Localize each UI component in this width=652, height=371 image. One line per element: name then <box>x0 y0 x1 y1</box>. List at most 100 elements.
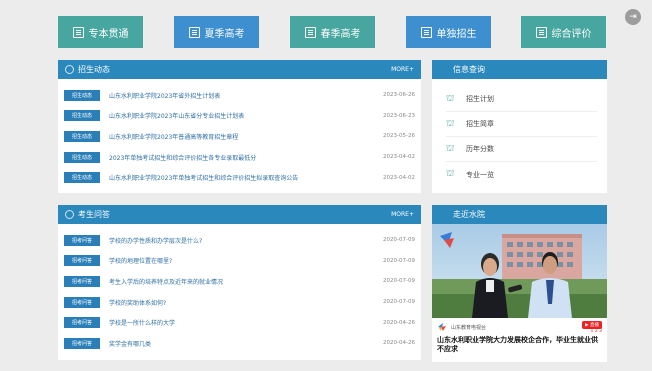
document-icon <box>420 26 432 38</box>
category-tag: 招考问答 <box>64 317 100 329</box>
caption-meta: 山东教育电视台 ▶ 直播 1 2 3 <box>437 320 602 334</box>
campus-photo <box>432 224 607 318</box>
exit-icon: ⇥ <box>629 12 637 22</box>
category-tag: 招生动态 <box>64 172 100 184</box>
news-date: 2023-06-26 <box>383 92 415 99</box>
building-icon: ⛫ <box>446 169 455 179</box>
news-link[interactable]: 山东水利职业学院2023年山东省分专业招生计划表 <box>109 111 375 120</box>
qa-date: 2020-04-26 <box>383 340 415 347</box>
qa-link[interactable]: 学校的办学性质和办学层次是什么? <box>109 236 375 245</box>
channel-logo: 山东教育电视台 <box>437 322 486 332</box>
category-tag: 招考问答 <box>64 275 100 287</box>
category-tag: 招生动态 <box>64 110 100 122</box>
info-item-majors[interactable]: ⛫ 专业一览 <box>446 162 597 187</box>
campus-header: 走近水院 <box>432 205 607 224</box>
document-icon <box>72 26 84 38</box>
nav-label: 春季高考 <box>320 28 361 40</box>
document-icon <box>304 26 316 38</box>
qa-link[interactable]: 学校的奖助体系如何? <box>109 298 375 307</box>
qa-title: 考生问答 <box>78 210 110 219</box>
info-item-brochure[interactable]: ⛫ 招生简章 <box>446 112 597 137</box>
list-item: 招考问答 学校的地理位置在哪里? 2020-07-09 <box>64 251 415 272</box>
admissions-header: 招生动态 MORE+ <box>58 60 421 79</box>
list-item: 招生动态 山东水利职业学院2023年山东省分专业招生计划表 2023-06-23 <box>64 106 415 127</box>
qa-date: 2020-04-26 <box>383 319 415 326</box>
nav-label: 专本贯通 <box>88 28 129 40</box>
news-date: 2023-06-23 <box>383 112 415 119</box>
info-item-scores[interactable]: ⛫ 历年分数 <box>446 137 597 162</box>
qa-link[interactable]: 奖学金有哪几类 <box>109 339 375 348</box>
news-link[interactable]: 山东水利职业学院2023年单独考试招生和综合评价招生拟录取查询公告 <box>109 173 375 182</box>
list-item: 招生动态 2023年单独考试招生和综合评价招生各专业录取最低分 2023-04-… <box>64 147 415 168</box>
list-item: 招生动态 山东水利职业学院2023年单独考试招生和综合评价招生拟录取查询公告 2… <box>64 167 415 188</box>
video-headline: 山东水利职业学院大力发展校企合作，毕业生就业供不应求 <box>437 336 598 353</box>
admissions-title: 招生动态 <box>78 65 110 74</box>
nav-label: 综合评价 <box>551 28 592 40</box>
info-item-label: 招生简章 <box>466 120 494 128</box>
info-item-label: 招生计划 <box>466 95 494 103</box>
clock-icon <box>65 65 74 74</box>
info-panel: 信息查询 ⛫ 招生计划 ⛫ 招生简章 ⛫ 历年分数 ⛫ 专业一览 <box>432 60 607 193</box>
live-badge: ▶ 直播 <box>582 320 602 329</box>
qa-more-link[interactable]: MORE+ <box>391 211 414 218</box>
building-icon: ⛫ <box>446 93 455 104</box>
qa-date: 2020-07-09 <box>383 257 415 264</box>
top-nav: 专本贯通 夏季高考 春季高考 单独招生 综合评价 <box>58 16 606 48</box>
qa-date: 2020-07-09 <box>383 299 415 306</box>
info-header: 信息查询 <box>432 60 607 79</box>
qa-date: 2020-07-09 <box>383 278 415 285</box>
nav-button-summer-exam[interactable]: 夏季高考 <box>174 16 259 48</box>
info-item-plan[interactable]: ⛫ 招生计划 <box>446 87 597 112</box>
info-list: ⛫ 招生计划 ⛫ 招生简章 ⛫ 历年分数 ⛫ 专业一览 <box>432 79 607 187</box>
carousel-pager[interactable]: 1 2 3 <box>591 329 602 334</box>
news-date: 2023-05-26 <box>383 133 415 140</box>
qa-link[interactable]: 考生入学后的培养特点及近年来的就业情况 <box>109 277 375 286</box>
nav-button-spring-exam[interactable]: 春季高考 <box>290 16 375 48</box>
category-tag: 招生动态 <box>64 130 100 142</box>
qa-date: 2020-07-09 <box>383 237 415 244</box>
qa-link[interactable]: 学校是一所什么样的大学 <box>109 318 375 327</box>
qa-panel: 考生问答 MORE+ 招考问答 学校的办学性质和办学层次是什么? 2020-07… <box>58 205 421 360</box>
info-item-label: 历年分数 <box>466 145 494 153</box>
building-icon: ⛫ <box>446 143 455 154</box>
nav-button-independent[interactable]: 单独招生 <box>406 16 491 48</box>
clock-icon <box>65 210 74 219</box>
admissions-list: 招生动态 山东水利职业学院2023年省外招生计划表 2023-06-26 招生动… <box>58 79 421 188</box>
list-item: 招考问答 学校是一所什么样的大学 2020-04-26 <box>64 312 415 333</box>
news-date: 2023-04-02 <box>383 154 415 161</box>
category-tag: 招考问答 <box>64 234 100 246</box>
news-date: 2023-04-02 <box>383 174 415 181</box>
campus-title: 走近水院 <box>453 210 485 219</box>
list-item: 招生动态 山东水利职业学院2023年普通高等教育招生章程 2023-05-26 <box>64 126 415 147</box>
category-tag: 招考问答 <box>64 337 100 349</box>
list-item: 招生动态 山东水利职业学院2023年省外招生计划表 2023-06-26 <box>64 85 415 106</box>
category-tag: 招考问答 <box>64 255 100 267</box>
list-item: 招考问答 考生入学后的培养特点及近年来的就业情况 2020-07-09 <box>64 271 415 292</box>
admissions-more-link[interactable]: MORE+ <box>391 66 414 73</box>
channel-name: 山东教育电视台 <box>451 324 487 331</box>
category-tag: 招生动态 <box>64 151 100 163</box>
category-tag: 招生动态 <box>64 89 100 101</box>
campus-video-thumbnail[interactable] <box>432 224 607 318</box>
qa-list: 招考问答 学校的办学性质和办学层次是什么? 2020-07-09 招考问答 学校… <box>58 224 421 354</box>
building-icon: ⛫ <box>446 118 455 129</box>
nav-label: 夏季高考 <box>204 28 245 40</box>
nav-button-comprehensive[interactable]: 综合评价 <box>521 16 606 48</box>
news-link[interactable]: 山东水利职业学院2023年省外招生计划表 <box>109 91 375 100</box>
news-link[interactable]: 山东水利职业学院2023年普通高等教育招生章程 <box>109 132 375 141</box>
list-item: 招考问答 学校的办学性质和办学层次是什么? 2020-07-09 <box>64 230 415 251</box>
campus-caption[interactable]: 山东教育电视台 ▶ 直播 1 2 3 山东水利职业学院大力发展校企合作，毕业生就… <box>432 318 607 362</box>
campus-panel: 走近水院 山东教育电视台 ▶ 直播 1 2 3 山东水利职业学院大力发展校企合作… <box>432 205 607 362</box>
qa-link[interactable]: 学校的地理位置在哪里? <box>109 256 375 265</box>
info-title: 信息查询 <box>453 65 485 74</box>
list-item: 招考问答 奖学金有哪几类 2020-04-26 <box>64 333 415 354</box>
news-link[interactable]: 2023年单独考试招生和综合评价招生各专业录取最低分 <box>109 153 375 162</box>
document-icon <box>188 26 200 38</box>
exit-button[interactable]: ⇥ <box>625 9 641 25</box>
qa-header: 考生问答 MORE+ <box>58 205 421 224</box>
nav-button-zhuanben[interactable]: 专本贯通 <box>58 16 143 48</box>
tv-logo-icon <box>438 323 446 331</box>
category-tag: 招考问答 <box>64 296 100 308</box>
nav-label: 单独招生 <box>436 28 477 40</box>
admissions-panel: 招生动态 MORE+ 招生动态 山东水利职业学院2023年省外招生计划表 202… <box>58 60 421 193</box>
